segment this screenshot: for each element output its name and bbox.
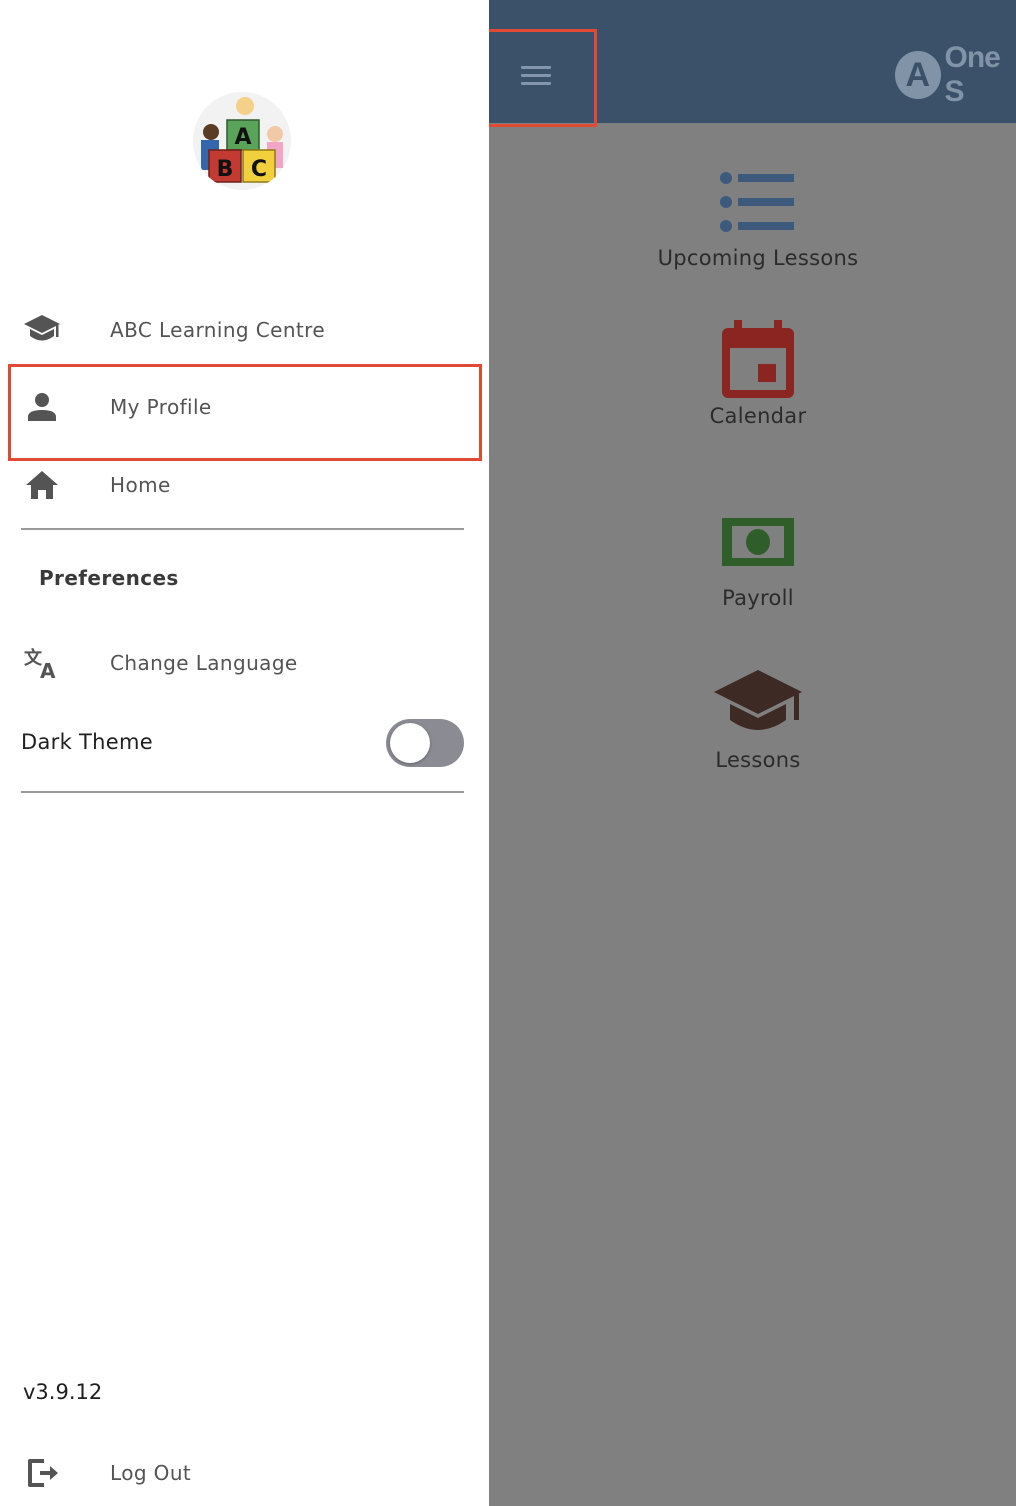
dark-theme-toggle[interactable] (386, 719, 464, 767)
tile-label: Payroll (722, 586, 794, 610)
drawer-item-change-language[interactable]: 文 A Change Language (20, 633, 466, 693)
menu-icon-bar (521, 81, 551, 85)
svg-text:A: A (40, 659, 56, 680)
app-screen: A One S Upcoming Lessons Calendar Payrol… (0, 0, 1016, 1506)
logo-letter-b: B (217, 157, 234, 182)
translate-icon: 文 A (20, 641, 64, 685)
drawer-item-label: Log Out (110, 1461, 192, 1485)
menu-icon-bar (521, 73, 551, 77)
hamburger-menu-button[interactable] (516, 60, 556, 90)
drawer-item-my-profile[interactable]: My Profile (20, 377, 466, 437)
drawer-item-label: Home (110, 473, 171, 497)
tile-calendar[interactable]: Calendar (640, 318, 876, 428)
drawer-item-log-out[interactable]: Log Out (20, 1443, 466, 1503)
brand-logo-text: One S (944, 41, 1001, 108)
money-icon (640, 500, 876, 584)
list-icon (640, 160, 876, 244)
tile-lessons[interactable]: Lessons (640, 662, 876, 772)
drawer-item-label: ABC Learning Centre (110, 318, 326, 342)
tile-label: Calendar (709, 404, 807, 428)
navigation-drawer: A B C ABC Learning Centre My Profile Hom… (0, 0, 489, 1506)
brand-logo-mark: A (895, 51, 941, 99)
toggle-knob (390, 723, 430, 763)
logo-letter-c: C (251, 157, 267, 182)
logout-icon (20, 1451, 64, 1495)
drawer-divider (21, 791, 464, 793)
tile-label: Lessons (715, 748, 801, 772)
preferences-heading: Preferences (39, 566, 179, 590)
tile-payroll[interactable]: Payroll (640, 500, 876, 610)
person-icon (20, 385, 64, 429)
abc-blocks-logo: A B C (193, 92, 291, 190)
drawer-item-abc-learning-centre[interactable]: ABC Learning Centre (20, 300, 466, 360)
menu-icon-bar (521, 65, 551, 69)
brand-logo: A One S (895, 41, 1016, 108)
home-icon (20, 463, 64, 507)
drawer-item-home[interactable]: Home (20, 455, 466, 515)
tile-upcoming-lessons[interactable]: Upcoming Lessons (640, 160, 876, 270)
dark-theme-label: Dark Theme (21, 730, 153, 754)
app-version: v3.9.12 (23, 1380, 103, 1404)
school-icon (20, 308, 64, 352)
drawer-divider (21, 528, 464, 530)
tile-label: Upcoming Lessons (657, 246, 859, 270)
logo-letter-a: A (234, 125, 251, 150)
graduation-cap-icon (640, 662, 876, 746)
calendar-icon (640, 318, 876, 402)
drawer-item-label: Change Language (110, 651, 298, 675)
drawer-item-label: My Profile (110, 395, 212, 419)
